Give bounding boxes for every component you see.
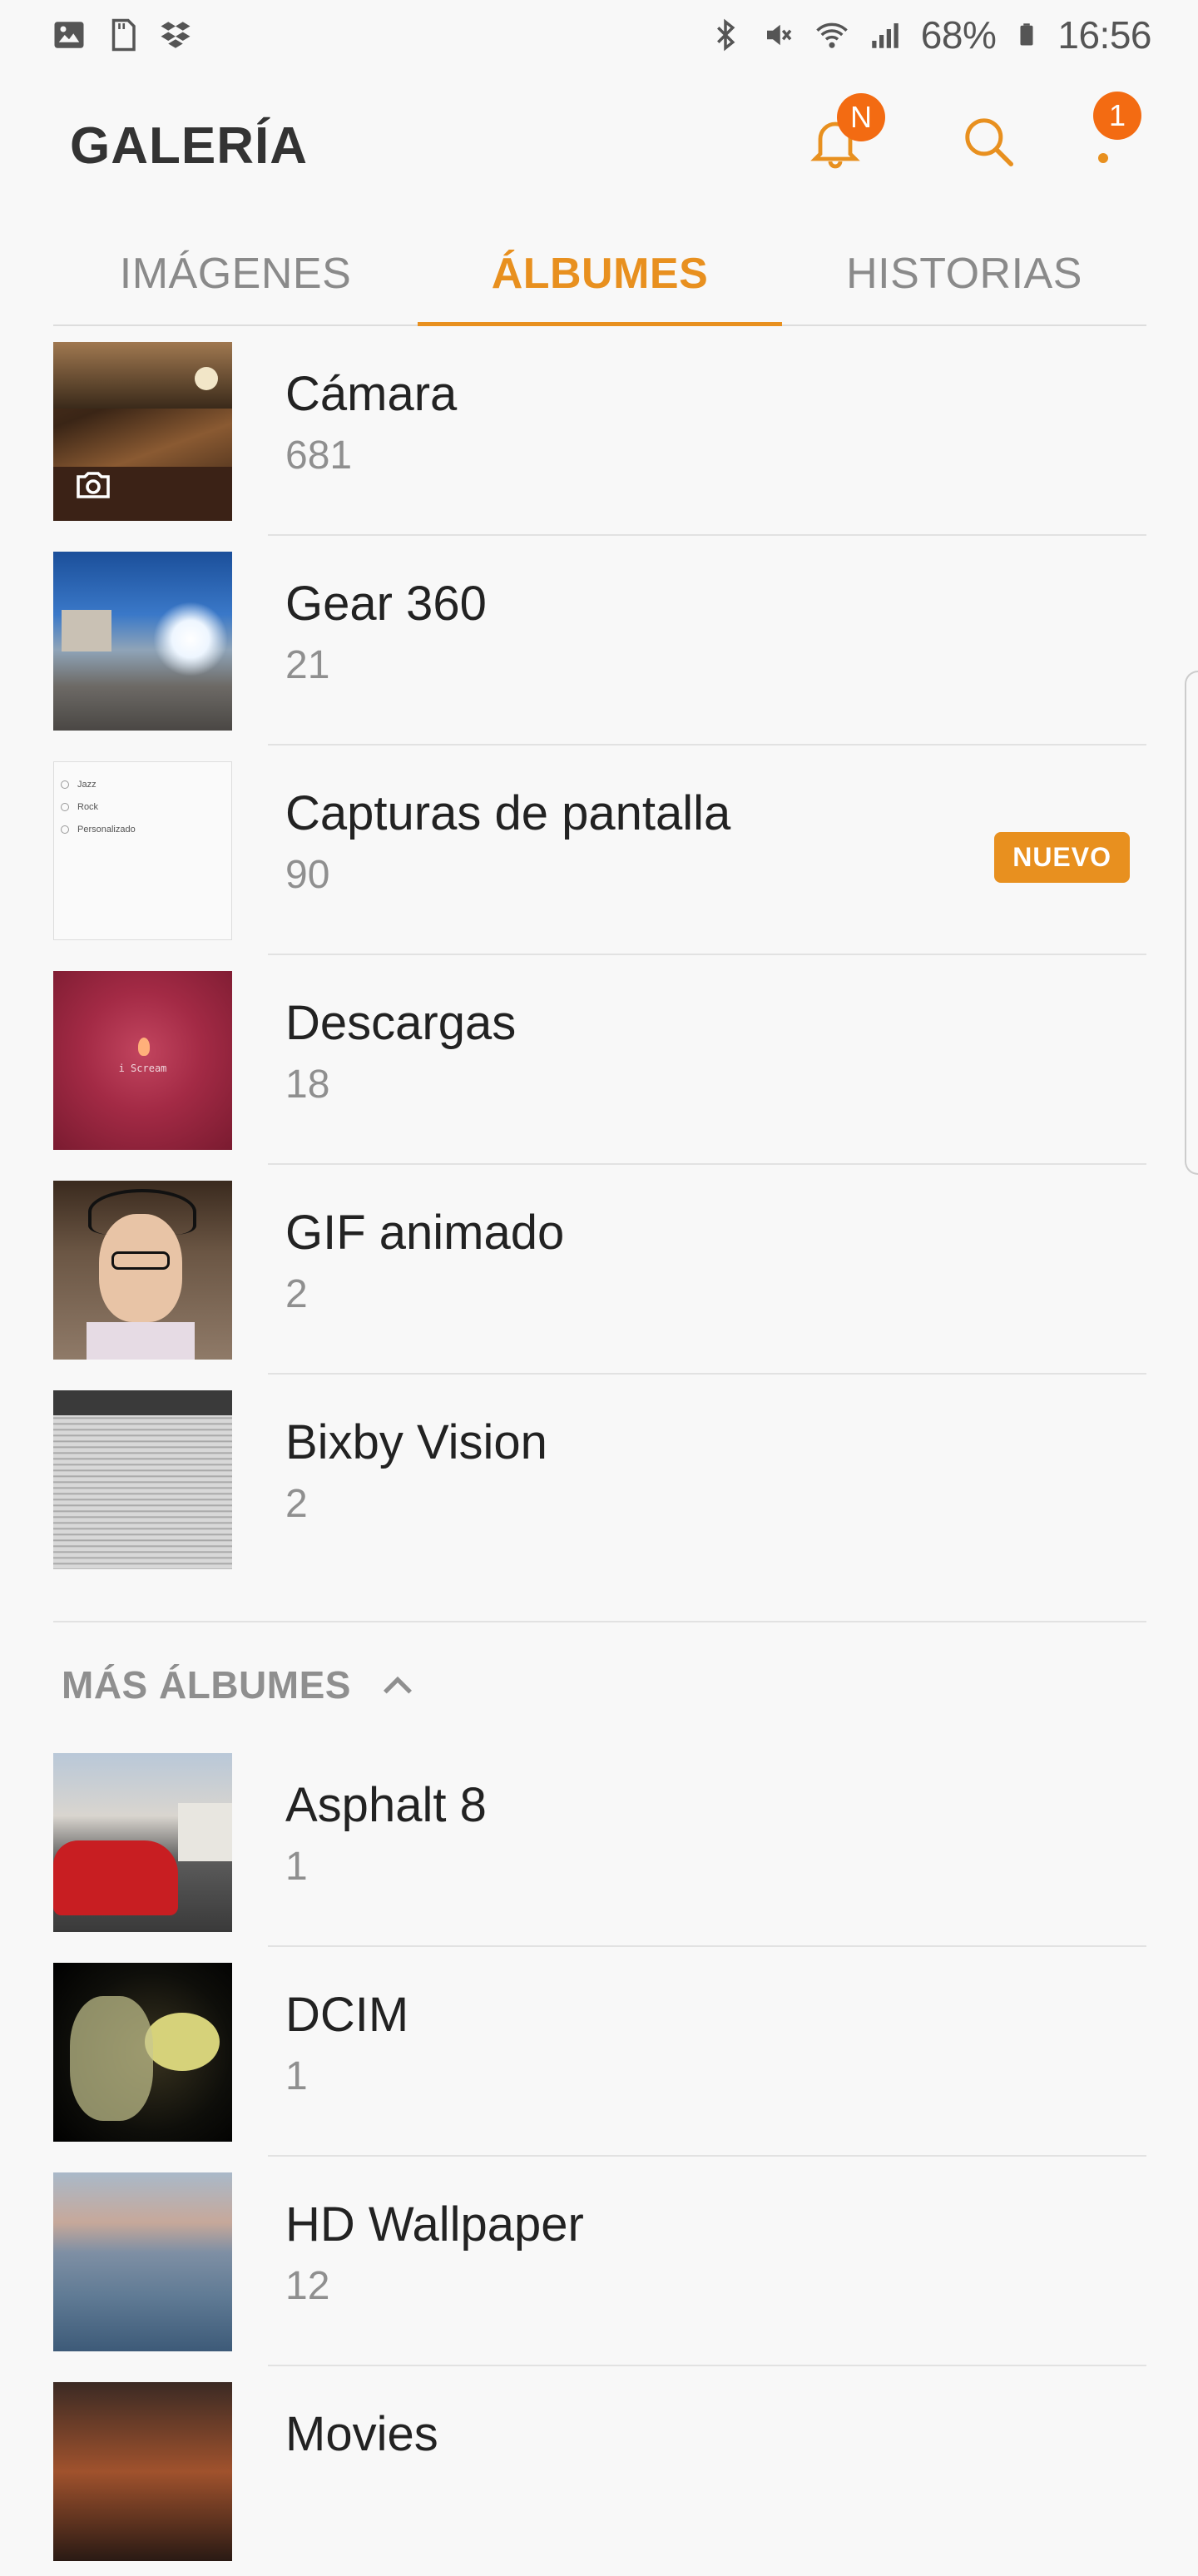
album-name: Gear 360 [285,577,487,631]
album-thumbnail [53,1390,232,1569]
dropbox-icon [161,22,191,48]
more-options-button[interactable]: 1 [1058,92,1158,191]
album-count: 2 [285,1272,308,1316]
album-item-gif-animado[interactable]: GIF animado 2 [0,1165,1198,1375]
album-name: Descargas [285,996,517,1050]
battery-icon [1020,23,1033,46]
status-left [52,17,193,52]
clock: 16:56 [1057,13,1151,57]
album-list: Cámara 681 Gear 360 21 Jazz Rock Persona… [0,326,1198,1584]
more-albums-label: MÁS ÁLBUMES [62,1663,351,1707]
album-count: 21 [285,643,330,687]
more-albums-toggle[interactable]: MÁS ÁLBUMES [62,1662,419,1707]
capture-option: Rock [77,802,99,812]
page-title: GALERÍA [70,117,308,175]
album-item-capturas[interactable]: Jazz Rock Personalizado Capturas de pant… [0,746,1198,955]
capture-option: Personalizado [77,825,136,835]
notification-badge: N [837,93,885,141]
album-item-bixby-vision[interactable]: Bixby Vision 2 [0,1375,1198,1584]
album-item-dcim[interactable]: DCIM 1 [0,1947,1198,2157]
edge-panel-handle[interactable] [1185,671,1198,1175]
album-count: 681 [285,433,353,478]
capture-option: Jazz [77,780,97,790]
section-divider [53,1621,1146,1622]
sd-card-icon [111,18,136,52]
album-name: Bixby Vision [285,1415,547,1469]
more-albums-list: Asphalt 8 1 DCIM 1 HD Wallpaper 12 Movie… [0,1737,1198,2576]
battery-percent: 68% [920,13,997,57]
album-thumbnail [53,552,232,731]
notifications-button[interactable]: N [785,92,885,191]
album-name: Movies [285,2407,438,2461]
capture-options-list: Jazz Rock Personalizado [61,774,136,841]
album-item-descargas[interactable]: i Scream Descargas 18 [0,955,1198,1165]
album-name: Cámara [285,367,458,421]
album-name: GIF animado [285,1206,565,1260]
album-count: 1 [285,2054,308,2098]
thumbnail-caption: i Scream [118,1063,167,1074]
album-item-movies[interactable]: Movies [0,2366,1198,2576]
album-item-asphalt-8[interactable]: Asphalt 8 1 [0,1737,1198,1947]
album-thumbnail [53,2172,232,2351]
album-count: 12 [285,2264,330,2308]
signal-icon [872,23,898,48]
album-thumbnail [53,1753,232,1932]
search-icon [965,118,1013,166]
album-count: 2 [285,1482,308,1526]
tab-historias[interactable]: HISTORIAS [782,223,1146,324]
status-right: 68% 16:56 [708,12,1151,57]
chevron-up-icon [383,1676,412,1694]
album-item-camara[interactable]: Cámara 681 [0,326,1198,536]
album-name: Asphalt 8 [285,1778,487,1832]
album-thumbnail [53,1963,232,2142]
album-thumbnail: i Scream [53,971,232,1150]
camera-icon [77,472,110,498]
more-badge: 1 [1093,92,1141,140]
bluetooth-icon [716,18,735,52]
album-count: 18 [285,1063,330,1107]
new-badge: NUEVO [994,832,1130,883]
album-count: 1 [285,1845,308,1889]
wifi-icon [816,22,848,48]
album-item-hd-wallpaper[interactable]: HD Wallpaper 12 [0,2157,1198,2366]
gallery-icon [54,22,84,48]
album-thumbnail [53,342,232,521]
mute-icon [766,24,792,46]
tab-imagenes[interactable]: IMÁGENES [53,223,418,324]
status-bar: 68% 16:56 [0,0,1198,70]
album-name: Capturas de pantalla [285,786,731,840]
tab-albumes[interactable]: ÁLBUMES [418,223,782,326]
app-header: GALERÍA N 1 [0,92,1198,191]
album-thumbnail: Jazz Rock Personalizado [53,761,232,940]
album-name: HD Wallpaper [285,2197,584,2252]
album-count: 90 [285,853,330,897]
album-item-gear-360[interactable]: Gear 360 21 [0,536,1198,746]
tab-bar: IMÁGENES ÁLBUMES HISTORIAS [53,223,1146,326]
album-thumbnail [53,2382,232,2561]
search-button[interactable] [940,92,1040,191]
album-thumbnail [53,1181,232,1360]
album-name: DCIM [285,1988,409,2042]
